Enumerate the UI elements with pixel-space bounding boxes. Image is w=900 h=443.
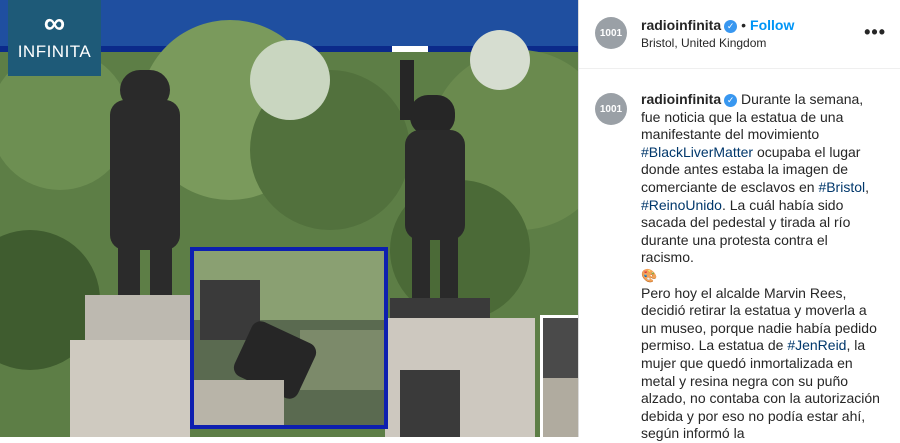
post-sidebar: 1001 radioinfinita ✓ • Follow Bristol, Unit… — [579, 0, 900, 441]
logo-text: INFINITA — [17, 42, 92, 61]
hashtag-reinounido[interactable]: #ReinoUnido — [641, 197, 722, 213]
infinity-icon: ∞ — [43, 7, 66, 40]
caption-username-link[interactable]: radioinfinita — [641, 91, 721, 107]
infinita-logo: ∞ INFINITA — [8, 0, 101, 76]
caption-text: radioinfinita ✓ Durante la semana, fue no… — [641, 91, 881, 443]
avatar[interactable]: 1001 — [595, 17, 627, 49]
caption-comment: 1001 radioinfinita ✓ Durante la semana, f… — [579, 69, 900, 443]
palette-emoji: 🎨 — [641, 267, 658, 283]
caption-separator: , — [865, 178, 870, 195]
caption-avatar[interactable]: 1001 — [595, 93, 627, 125]
post-photo[interactable]: ∞ INFINITA — [0, 0, 578, 437]
location-link[interactable]: Bristol, United Kingdom — [641, 36, 766, 50]
verified-badge-icon: ✓ — [724, 19, 738, 33]
username-link[interactable]: radioinfinita — [641, 17, 721, 33]
header-line: radioinfinita ✓ • Follow — [641, 17, 794, 33]
more-options-icon[interactable]: ••• — [864, 22, 886, 43]
hashtag-blacklivermatter[interactable]: #BlackLiverMatter — [641, 144, 753, 160]
verified-badge-icon: ✓ — [724, 93, 738, 107]
hashtag-jenreid[interactable]: #JenReid — [787, 337, 846, 353]
follow-button[interactable]: Follow — [750, 17, 794, 33]
post-header: 1001 radioinfinita ✓ • Follow Bristol, Unit… — [579, 0, 900, 69]
hashtag-bristol[interactable]: #Bristol — [818, 179, 865, 195]
separator-dot: • — [741, 17, 747, 33]
